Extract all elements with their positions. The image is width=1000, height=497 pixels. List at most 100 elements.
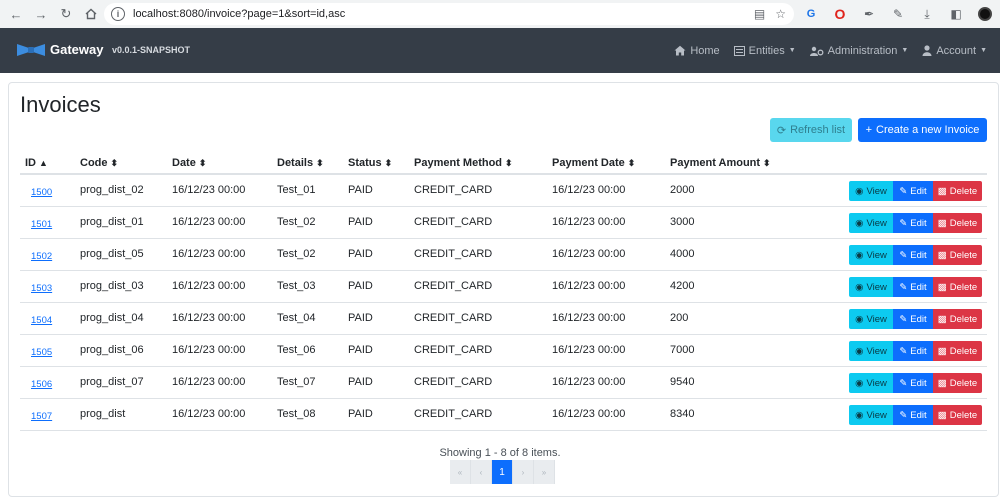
delete-button[interactable]: ▩ Delete <box>933 405 982 425</box>
pencil-icon: ✎ <box>899 409 908 421</box>
cell-payment-date: 16/12/23 00:00 <box>552 184 626 196</box>
nav-home[interactable]: Home <box>667 45 726 57</box>
cell-payment-date: 16/12/23 00:00 <box>552 408 626 420</box>
edit-button[interactable]: ✎ Edit <box>893 405 933 425</box>
header-payment-amount[interactable]: Payment Amount ⬍ <box>670 157 771 169</box>
invoice-id-link[interactable]: 1501 <box>31 219 52 230</box>
trash-icon: ▩ <box>937 377 947 389</box>
home-icon <box>674 45 686 56</box>
site-info-icon[interactable]: i <box>111 7 125 21</box>
invoice-id-link[interactable]: 1500 <box>31 187 52 198</box>
page-1-button[interactable]: 1 <box>492 460 513 484</box>
home-icon[interactable] <box>80 3 102 25</box>
view-button[interactable]: ◉ View <box>849 277 893 297</box>
edit-button[interactable]: ✎ Edit <box>893 341 933 361</box>
trash-icon: ▩ <box>937 345 947 357</box>
cell-payment-method: CREDIT_CARD <box>414 408 493 420</box>
edit-button[interactable]: ✎ Edit <box>893 213 933 233</box>
edit-button[interactable]: ✎ Edit <box>893 181 933 201</box>
cell-payment-method: CREDIT_CARD <box>414 376 493 388</box>
pencil-icon: ✎ <box>899 185 908 197</box>
invoice-id-link[interactable]: 1507 <box>31 411 52 422</box>
cell-code: prog_dist_01 <box>80 216 144 228</box>
header-date[interactable]: Date ⬍ <box>172 157 206 169</box>
view-button[interactable]: ◉ View <box>849 341 893 361</box>
translate-extension-icon[interactable]: G <box>802 5 820 23</box>
table-row: 1503 prog_dist_03 16/12/23 00:00 Test_03 PAI… <box>20 271 987 303</box>
invoice-id-link[interactable]: 1502 <box>31 251 52 262</box>
cell-payment-method: CREDIT_CARD <box>414 344 493 356</box>
delete-button[interactable]: ▩ Delete <box>933 309 982 329</box>
bowtie-logo-icon[interactable] <box>16 43 46 57</box>
delete-button[interactable]: ▩ Delete <box>933 181 982 201</box>
delete-button[interactable]: ▩ Delete <box>933 213 982 233</box>
page-title: Invoices <box>20 92 101 117</box>
delete-button[interactable]: ▩ Delete <box>933 373 982 393</box>
cell-details: Test_02 <box>277 248 316 260</box>
invoice-id-link[interactable]: 1505 <box>31 347 52 358</box>
cell-code: prog_dist_05 <box>80 248 144 260</box>
cell-date: 16/12/23 00:00 <box>172 376 246 388</box>
download-icon[interactable]: ⤓ <box>918 5 936 23</box>
invoice-id-link[interactable]: 1506 <box>31 379 52 390</box>
nav-administration-label: Administration <box>827 44 898 57</box>
opera-extension-icon[interactable]: O <box>831 5 849 23</box>
header-payment-date[interactable]: Payment Date ⬍ <box>552 157 635 169</box>
cell-payment-amount: 4000 <box>670 248 695 260</box>
header-details[interactable]: Details ⬍ <box>277 157 324 169</box>
edit-button[interactable]: ✎ Edit <box>893 277 933 297</box>
profile-avatar[interactable] <box>976 5 994 23</box>
prev-page-button[interactable]: ‹ <box>471 460 492 484</box>
table-row: 1502 prog_dist_05 16/12/23 00:00 Test_02 PAI… <box>20 239 987 271</box>
back-icon[interactable]: ← <box>5 3 27 25</box>
cell-payment-date: 16/12/23 00:00 <box>552 216 626 228</box>
header-id[interactable]: ID ▲ <box>25 157 48 169</box>
brand-name[interactable]: Gateway <box>50 42 103 57</box>
cell-date: 16/12/23 00:00 <box>172 312 246 324</box>
sort-icon: ⬍ <box>763 158 771 168</box>
edit-button[interactable]: ✎ Edit <box>893 373 933 393</box>
view-button[interactable]: ◉ View <box>849 309 893 329</box>
first-page-button[interactable]: « <box>450 460 471 484</box>
view-button[interactable]: ◉ View <box>849 213 893 233</box>
nav-entities[interactable]: Entities ▼ <box>727 45 803 57</box>
view-button[interactable]: ◉ View <box>849 181 893 201</box>
view-button[interactable]: ◉ View <box>849 373 893 393</box>
cell-payment-date: 16/12/23 00:00 <box>552 248 626 260</box>
cell-status: PAID <box>348 312 373 324</box>
cell-details: Test_06 <box>277 344 316 356</box>
view-button[interactable]: ◉ View <box>849 405 893 425</box>
browser-toolbar: ← → ↻ i localhost:8080/invoice?page=1&so… <box>0 0 1000 28</box>
delete-button[interactable]: ▩ Delete <box>933 277 982 297</box>
nav-administration[interactable]: Administration ▼ <box>803 45 916 57</box>
header-status[interactable]: Status ⬍ <box>348 157 392 169</box>
reload-icon[interactable]: ↻ <box>55 3 77 25</box>
table-body: 1500 prog_dist_02 16/12/23 00:00 Test_01 PAI… <box>20 175 987 431</box>
table-row: 1507 prog_dist 16/12/23 00:00 Test_08 PAID CR… <box>20 399 987 431</box>
nav-account[interactable]: Account ▼ <box>915 45 994 57</box>
create-invoice-button[interactable]: + Create a new Invoice <box>858 118 987 142</box>
pen-extension-icon[interactable]: ✒ <box>860 5 878 23</box>
next-page-button[interactable]: › <box>513 460 534 484</box>
side-panel-icon[interactable]: ◧ <box>947 5 965 23</box>
address-bar[interactable]: i localhost:8080/invoice?page=1&sort=id,… <box>104 3 794 25</box>
delete-button[interactable]: ▩ Delete <box>933 341 982 361</box>
extensions-puzzle-icon[interactable]: ✎ <box>889 5 907 23</box>
sort-icon: ⬍ <box>627 158 636 168</box>
install-app-icon[interactable]: ▤ <box>754 7 765 21</box>
bookmark-star-icon[interactable]: ☆ <box>775 7 786 21</box>
user-icon <box>922 45 932 56</box>
header-code[interactable]: Code ⬍ <box>80 157 118 169</box>
view-button[interactable]: ◉ View <box>849 245 893 265</box>
last-page-button[interactable]: » <box>534 460 555 484</box>
cell-status: PAID <box>348 344 373 356</box>
header-payment-method[interactable]: Payment Method ⬍ <box>414 157 513 169</box>
edit-button[interactable]: ✎ Edit <box>893 245 933 265</box>
invoice-id-link[interactable]: 1504 <box>31 315 52 326</box>
delete-button[interactable]: ▩ Delete <box>933 245 982 265</box>
forward-icon[interactable]: → <box>30 3 52 25</box>
trash-icon: ▩ <box>937 313 947 325</box>
edit-button[interactable]: ✎ Edit <box>893 309 933 329</box>
invoice-id-link[interactable]: 1503 <box>31 283 52 294</box>
refresh-list-button[interactable]: ⟳ Refresh list <box>770 118 852 142</box>
